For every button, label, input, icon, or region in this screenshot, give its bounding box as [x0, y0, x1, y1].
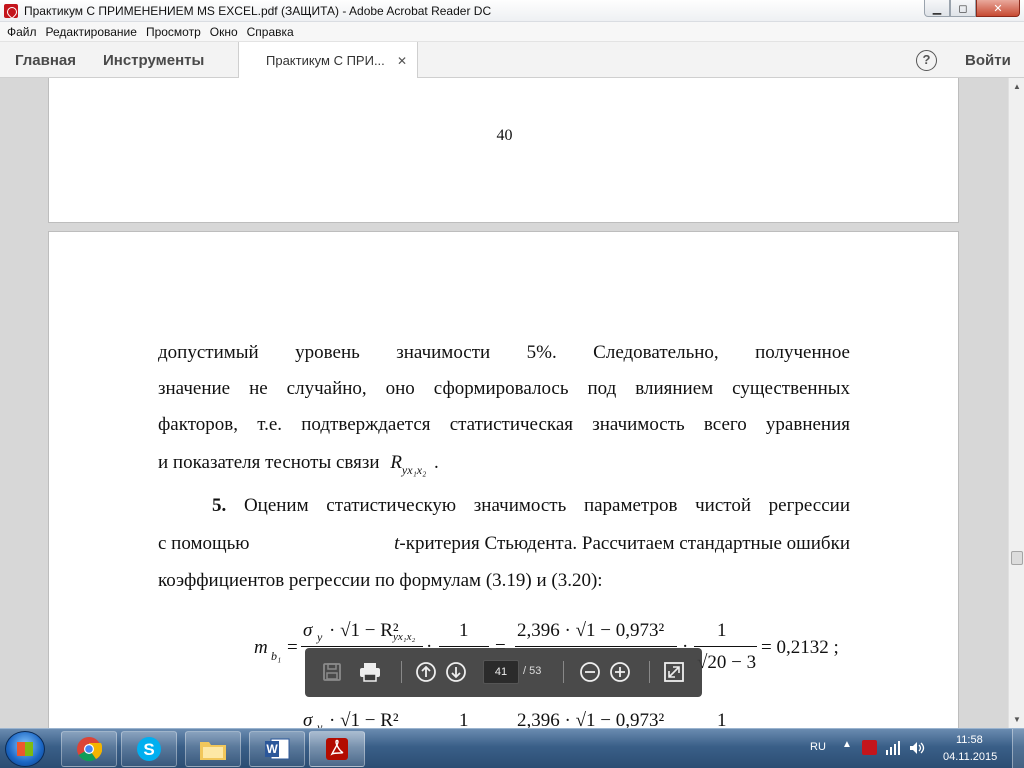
tab-home[interactable]: Главная: [15, 52, 76, 69]
restore-button[interactable]: ◻: [950, 0, 976, 17]
formula-subscript: yx₁x₂: [401, 463, 427, 477]
text-fragment: Оценим статистическую значимость парамет…: [243, 495, 851, 516]
window-title: Практикум С ПРИМЕНЕНИЕМ MS EXCEL.pdf (ЗА…: [24, 3, 492, 18]
text-fragment: и показателя тесноты связи: [158, 452, 380, 473]
formula-one: 1: [717, 710, 727, 728]
close-button[interactable]: ✕: [976, 0, 1020, 17]
document-tab-label: Практикум С ПРИ...: [266, 53, 385, 68]
acrobat-taskbar-icon[interactable]: [309, 731, 365, 767]
formula-numeric: 2,396 · √1 − 0,973²: [517, 620, 665, 641]
clock-time[interactable]: 11:58: [956, 734, 983, 746]
save-icon[interactable]: [319, 659, 345, 685]
separator: [401, 661, 402, 683]
text-line: значение не случайно, оно сформировалось…: [158, 378, 850, 399]
word-taskbar-icon[interactable]: W: [249, 731, 305, 767]
close-tab-icon[interactable]: ✕: [397, 54, 407, 68]
skype-taskbar-icon[interactable]: S: [121, 731, 177, 767]
language-indicator[interactable]: RU: [810, 741, 826, 753]
next-page-icon[interactable]: [443, 659, 469, 685]
formula-lhs-subscript: b₁: [271, 649, 282, 663]
formula-sigma: σ: [303, 710, 313, 728]
previous-page-icon[interactable]: [413, 659, 439, 685]
formula-one: 1: [459, 620, 469, 641]
tab-bar: Главная Инструменты Практикум С ПРИ... ✕…: [0, 42, 1024, 79]
sign-in-button[interactable]: Войти: [965, 52, 1011, 69]
windows-taskbar: S W RU ▲ 11:58 04.11.2015: [0, 728, 1024, 768]
text-fragment: .: [434, 452, 439, 473]
svg-text:S: S: [143, 740, 154, 759]
formula-r-subscript: yx₁x₂: [393, 631, 416, 643]
text-line: допустимый уровень значимости 5%. Следов…: [158, 342, 850, 363]
text-line: коэффициентов регрессии по формулам (3.1…: [158, 570, 603, 591]
vertical-scrollbar[interactable]: ▲ ▼: [1008, 78, 1024, 728]
menu-edit[interactable]: Редактирование: [43, 25, 143, 39]
formula-one: 1: [717, 620, 727, 641]
scroll-down-icon[interactable]: ▼: [1009, 711, 1024, 728]
acrobat-icon: [4, 3, 18, 18]
fraction-bar: [439, 646, 489, 647]
menu-help[interactable]: Справка: [244, 25, 300, 39]
formula-denominator: √20 − 3: [697, 652, 757, 673]
text-fragment: -критерия Стьюдента. Рассчитаем стандарт…: [399, 533, 850, 554]
formula-sigma-subscript: y: [317, 630, 323, 644]
print-icon[interactable]: [357, 659, 383, 685]
menu-view[interactable]: Просмотр: [143, 25, 207, 39]
volume-icon[interactable]: [908, 740, 926, 759]
fraction-bar: [694, 646, 757, 647]
paragraph-number: 5.: [212, 495, 227, 516]
formula-sigma-subscript: y: [317, 720, 323, 728]
formula-numeric: 2,396 · √1 − 0,973²: [517, 710, 665, 728]
separator: [649, 661, 650, 683]
explorer-taskbar-icon[interactable]: [185, 731, 241, 767]
menu-window[interactable]: Окно: [207, 25, 244, 39]
pdf-page-previous: 40: [48, 78, 959, 223]
floating-page-toolbar: 41 / 53: [305, 648, 702, 697]
text-line: и показателя тесноты связи Ryx₁x₂ .: [158, 451, 850, 477]
document-viewport[interactable]: 40 допустимый уровень значимости 5%. Сле…: [0, 78, 1008, 728]
menu-bar: Файл Редактирование Просмотр Окно Справк…: [0, 22, 1024, 42]
title-bar: Практикум С ПРИМЕНЕНИЕМ MS EXCEL.pdf (ЗА…: [0, 0, 1024, 22]
separator: [563, 661, 564, 683]
fraction-bar: [515, 646, 677, 647]
text-fragment: с помощью: [158, 533, 250, 554]
page-total: / 53: [523, 665, 542, 677]
clock-date[interactable]: 04.11.2015: [943, 751, 997, 763]
scroll-thumb[interactable]: [1011, 551, 1023, 565]
formula-one: 1: [459, 710, 469, 728]
minimize-button[interactable]: ▁: [924, 0, 950, 17]
text-line: 5. Оценим статистическую значимость пара…: [158, 494, 850, 518]
fraction-bar: [301, 646, 423, 647]
zoom-out-icon[interactable]: [577, 659, 603, 685]
start-button[interactable]: [5, 731, 45, 767]
scroll-up-icon[interactable]: ▲: [1009, 78, 1024, 95]
chrome-taskbar-icon[interactable]: [61, 731, 117, 767]
formula-equals: =: [287, 637, 298, 658]
zoom-in-icon[interactable]: [607, 659, 633, 685]
formula-sqrt-term: · √1 − R²: [329, 620, 399, 641]
formula-sqrt-term: · √1 − R²: [329, 710, 399, 728]
acrobat-tray-icon[interactable]: [862, 740, 877, 755]
show-desktop-button[interactable]: [1012, 729, 1024, 768]
formula-sigma: σ: [303, 620, 313, 641]
page-number: 40: [496, 127, 513, 144]
page-number-input[interactable]: 41: [483, 660, 519, 684]
window-controls: ▁ ◻ ✕: [924, 0, 1020, 18]
formula-symbol: R: [390, 452, 402, 473]
network-icon[interactable]: [885, 740, 901, 759]
formula-lhs: m: [254, 637, 268, 658]
text-line: факторов, т.е. подтверждается статистиче…: [158, 414, 850, 435]
fit-page-icon[interactable]: [661, 659, 687, 685]
svg-text:W: W: [266, 742, 278, 756]
formula-result: = 0,2132 ;: [761, 637, 839, 658]
tab-tools[interactable]: Инструменты: [103, 52, 204, 69]
menu-file[interactable]: Файл: [4, 25, 43, 39]
text-line: с помощью t-критерия Стьюдента. Рассчита…: [158, 532, 850, 556]
document-tab[interactable]: Практикум С ПРИ... ✕: [238, 42, 418, 79]
help-icon[interactable]: ?: [916, 50, 937, 71]
tray-expand-icon[interactable]: ▲: [842, 739, 852, 750]
